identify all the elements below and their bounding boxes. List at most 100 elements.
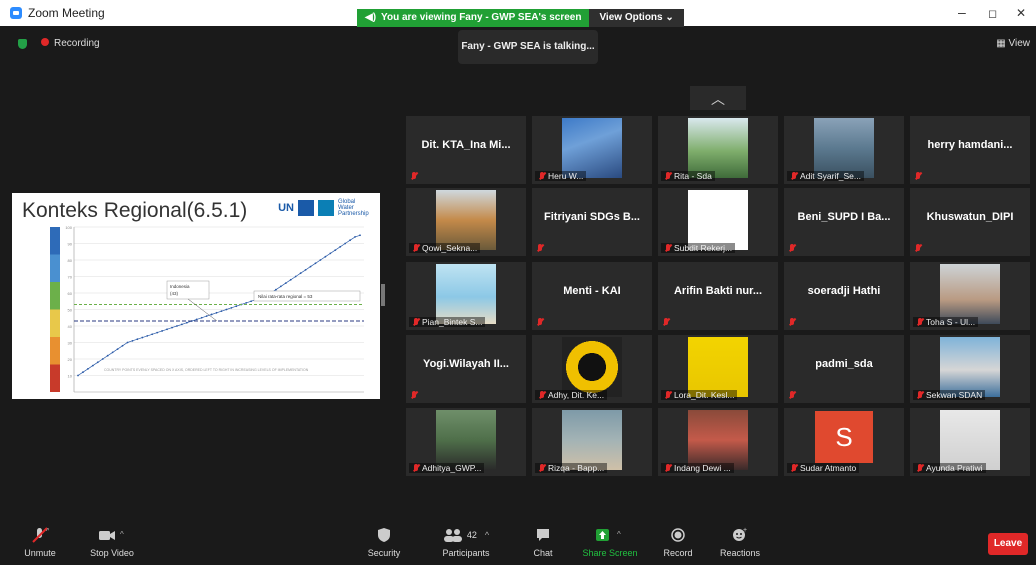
muted-mic-icon [790, 172, 798, 180]
muted-mic-icon [538, 464, 546, 472]
muted-mic-icon [788, 244, 796, 252]
band-4 [50, 337, 60, 365]
y-tick-label: 10 [68, 374, 73, 379]
participant-tile[interactable]: Indang Dewi ... [658, 408, 778, 476]
participant-tile[interactable]: Heru W... [532, 116, 652, 184]
avatar: S [815, 411, 873, 463]
participant-tile[interactable]: Dit. KTA_Ina Mi... [406, 116, 526, 184]
security-button[interactable]: Security [364, 526, 404, 558]
view-button[interactable]: ▦ View [996, 38, 1030, 49]
security-shield-icon [364, 526, 404, 544]
record-button[interactable]: Record [660, 526, 696, 558]
participant-video [940, 337, 1000, 397]
scroll-up-chevron-icon[interactable]: ︿ [690, 86, 746, 110]
chat-button[interactable]: Chat [528, 526, 558, 558]
participant-tile[interactable]: Rita - Sda [658, 116, 778, 184]
participant-video [814, 118, 874, 178]
participant-name: Dit. KTA_Ina Mi... [421, 139, 511, 151]
band-3 [50, 309, 60, 337]
share-screen-button[interactable]: ^ Share Screen [582, 526, 638, 558]
muted-mic-icon [412, 244, 420, 252]
participant-tile[interactable]: Arifin Bakti nur... [658, 262, 778, 330]
participant-label-text: Lora_Dit. Kesl... [674, 390, 735, 400]
participant-label-text: Adhitya_GWP... [422, 463, 482, 473]
indonesia-label: Indonesia [170, 284, 190, 289]
participant-tile[interactable]: S Sudar Atmanto [784, 408, 904, 476]
minimize-button[interactable]: – [958, 4, 966, 20]
participant-tile[interactable]: Pian_Bintek S... [406, 262, 526, 330]
muted-mic-icon [538, 391, 546, 399]
participant-video [562, 118, 622, 178]
participant-tile[interactable]: Qowi_Sekna... [406, 188, 526, 256]
participant-tile[interactable]: Adhitya_GWP... [406, 408, 526, 476]
grid-icon: ▦ [996, 38, 1009, 49]
participant-name: Menti - KAI [563, 285, 621, 297]
participant-tile[interactable]: Lora_Dit. Kesl... [658, 335, 778, 403]
participant-tile[interactable]: Khuswatun_DIPI [910, 188, 1030, 256]
participant-tile[interactable]: Adhy, Dit. Ke... [532, 335, 652, 403]
stop-video-button[interactable]: ^ Stop Video [84, 526, 140, 558]
svg-text:+: + [743, 527, 747, 534]
reactions-button[interactable]: + Reactions [716, 526, 764, 558]
participant-name: Yogi.Wilayah II... [423, 358, 509, 370]
participant-tile[interactable]: Toha S - Ul... [910, 262, 1030, 330]
participant-label-text: Rizqa - Bapp... [548, 463, 605, 473]
muted-mic-icon [412, 464, 420, 472]
participant-tile[interactable]: Yogi.Wilayah II... [406, 335, 526, 403]
app-title: Zoom Meeting [10, 6, 105, 20]
muted-mic-icon [788, 318, 796, 326]
participant-label-text: Ayunda Pratiwi [926, 463, 983, 473]
record-dot-icon [41, 38, 49, 46]
muted-mic-icon [916, 391, 924, 399]
participant-name: Arifin Bakti nur... [673, 285, 762, 297]
participant-label: Adhitya_GWP... [409, 463, 485, 473]
participant-tile[interactable]: Ayunda Pratiwi [910, 408, 1030, 476]
video-camera-icon: ^ [84, 526, 140, 544]
participant-video [688, 410, 748, 470]
maximize-button[interactable]: ◻ [988, 7, 997, 20]
band-1 [50, 254, 60, 282]
muted-mic-icon [914, 244, 922, 252]
participant-tile[interactable]: soeradji Hathi [784, 262, 904, 330]
participant-tile[interactable]: Adit Syarif_Se... [784, 116, 904, 184]
band-2 [50, 282, 60, 310]
participant-tile[interactable]: padmi_sda [784, 335, 904, 403]
recording-indicator[interactable]: Recording [41, 38, 100, 49]
participant-label: Adit Syarif_Se... [787, 171, 864, 181]
y-tick-label: 20 [68, 357, 73, 362]
muted-mic-icon [536, 318, 544, 326]
participant-tile[interactable]: Menti - KAI [532, 262, 652, 330]
unmute-button[interactable]: ^ Unmute [20, 526, 60, 558]
participants-button[interactable]: 42 ^ Participants [436, 526, 496, 558]
muted-mic-icon: ^ [20, 526, 60, 544]
participant-tile[interactable]: Beni_SUPD I Ba... [784, 188, 904, 256]
participant-label: Indang Dewi ... [661, 463, 734, 473]
split-handle[interactable] [381, 284, 385, 306]
participant-label: Rita - Sda [661, 171, 715, 181]
share-screen-icon: ^ [582, 526, 638, 544]
leave-button[interactable]: Leave [988, 533, 1028, 555]
participant-tile[interactable]: Fitriyani SDGs B... [532, 188, 652, 256]
participant-tile[interactable]: Rizqa - Bapp... [532, 408, 652, 476]
participant-label-text: Toha S - Ul... [926, 317, 976, 327]
muted-mic-icon [410, 172, 418, 180]
participants-chevron-icon[interactable]: ^ [485, 530, 489, 540]
muted-mic-icon [662, 318, 670, 326]
participant-label: Sudar Atmanto [787, 463, 860, 473]
participant-label-text: Adit Syarif_Se... [800, 171, 861, 181]
shield-icon[interactable] [18, 38, 27, 49]
participant-tile[interactable]: Subdit Rekerj... [658, 188, 778, 256]
indonesia-value: (43) [170, 291, 179, 296]
participant-label: Lora_Dit. Kesl... [661, 390, 738, 400]
participant-video [562, 337, 622, 397]
participant-label-text: Rita - Sda [674, 171, 712, 181]
muted-mic-icon [664, 172, 672, 180]
participant-label-text: Sudar Atmanto [800, 463, 857, 473]
average-label: Nilai rata-rata regional = 53 [258, 294, 313, 299]
close-button[interactable]: ✕ [1016, 6, 1026, 20]
participant-tile[interactable]: Sekwan SDAN [910, 335, 1030, 403]
view-options-button[interactable]: View Options ⌄ [589, 9, 684, 27]
participant-name: soeradji Hathi [807, 285, 881, 297]
muted-mic-icon [412, 318, 420, 326]
participant-tile[interactable]: herry hamdani... [910, 116, 1030, 184]
